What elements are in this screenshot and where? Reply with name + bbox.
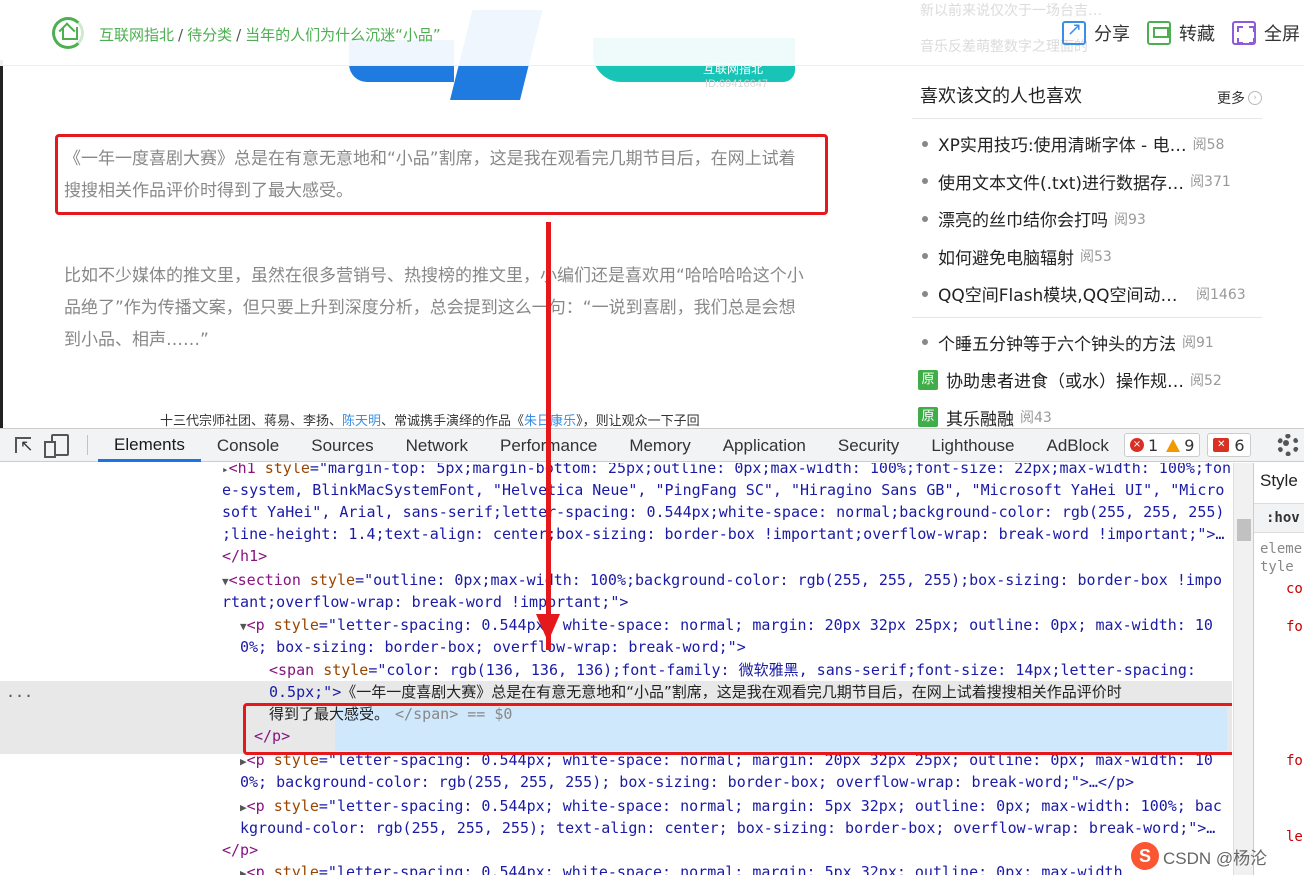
fullscreen-icon xyxy=(1232,21,1256,45)
related-item[interactable]: 使用文本文件(.txt)进行数据存… 阅371 xyxy=(912,163,1262,201)
bullet-icon xyxy=(922,215,928,222)
bullet-icon xyxy=(922,178,928,185)
read-count: 阅52 xyxy=(1190,372,1222,389)
save-button[interactable]: 转藏 xyxy=(1147,20,1215,46)
elements-dom-tree: ··· ▸<h1 style="margin-top: 5px;margin-b… xyxy=(0,463,1232,875)
read-count: 阅93 xyxy=(1114,211,1146,228)
annotation-arrow-shaft xyxy=(546,222,551,650)
csdn-watermark: S CSDN @杨沦 xyxy=(1131,842,1267,870)
fullscreen-button[interactable]: 全屏 xyxy=(1232,20,1300,46)
devtools-tab-adblock[interactable]: AdBlock xyxy=(1031,429,1125,462)
dom-node-p[interactable]: ▼<p style="letter-spacing: 0.544px; whit… xyxy=(240,614,1213,638)
read-count: 阅371 xyxy=(1190,174,1231,191)
read-count: 阅1463 xyxy=(1196,286,1246,303)
styles-tab[interactable]: Style xyxy=(1260,471,1298,491)
devtools-tab-sources[interactable]: Sources xyxy=(295,429,389,462)
breadcrumb-bar: 互联网指北 / 待分类 / 当年的人们为什么沉迷“小品” 新以前来说仅次于一场台吉… 音… xyxy=(0,0,1304,66)
devtools-tab-application[interactable]: Application xyxy=(707,429,822,462)
error-icon: × xyxy=(1130,438,1144,452)
related-item-title[interactable]: 使用文本文件(.txt)进行数据存… xyxy=(938,169,1184,194)
related-item[interactable]: 个睡五分钟等于六个钟头的方法 阅91 xyxy=(912,324,1262,362)
dom-tree-scrollbar[interactable] xyxy=(1233,463,1253,875)
breadcrumb-item-site[interactable]: 互联网指北 xyxy=(99,26,174,44)
original-tag: 原 xyxy=(918,407,938,428)
issues-badge[interactable]: ✕ 6 xyxy=(1207,433,1251,457)
devtools-tab-security[interactable]: Security xyxy=(822,429,915,462)
webpage-viewport: 互联网指北 ID:69416647 互联网指北 / 待分类 / 当年的人们为什么沉迷“小… xyxy=(0,0,1304,428)
annotation-arrow-head xyxy=(536,614,560,642)
related-item[interactable]: QQ空间Flash模块,QQ空间动画… 阅1463 xyxy=(912,275,1262,313)
more-link[interactable]: 更多 › xyxy=(1217,88,1262,108)
related-articles-sidebar: 喜欢该文的人也喜欢 更多 › XP实用技巧:使用清晰字体 - 电… 阅58 使用文本文… xyxy=(912,78,1262,428)
hover-state-toggle[interactable]: :hov xyxy=(1254,503,1304,533)
bullet-icon xyxy=(922,339,928,346)
devtools-tab-elements[interactable]: Elements xyxy=(98,429,201,462)
annotation-red-box-page xyxy=(55,134,828,215)
styles-pane: Style :hov eleme tyle co fo fo le xyxy=(1253,463,1304,875)
left-edge-bar xyxy=(0,60,3,428)
devtools-tabbar: ElementsConsoleSourcesNetworkPerformance… xyxy=(0,429,1304,462)
read-count: 阅53 xyxy=(1080,249,1112,266)
breadcrumb: 互联网指北 / 待分类 / 当年的人们为什么沉迷“小品” xyxy=(99,26,441,44)
dom-node-p-4[interactable]: ▶<p style="letter-spacing: 0.544px; whit… xyxy=(240,861,1123,875)
inspect-element-icon[interactable] xyxy=(15,436,33,456)
related-item[interactable]: 如何避免电脑辐射 阅53 xyxy=(912,238,1262,276)
bullet-icon xyxy=(922,253,928,260)
devtools-panel: ElementsConsoleSourcesNetworkPerformance… xyxy=(0,428,1304,875)
read-count: 阅43 xyxy=(1020,410,1052,427)
related-item[interactable]: 原协助患者进食（或水）操作规… 阅52 xyxy=(912,361,1262,399)
article-paragraph: 比如不少媒体的推文里，虽然在很多营销号、热搜榜的推文里，小编们还是喜欢用“哈哈哈… xyxy=(64,266,804,350)
devtools-tab-console[interactable]: Console xyxy=(201,429,295,462)
caption-link-1[interactable]: 陈天明 xyxy=(342,414,381,428)
related-item-title[interactable]: XP实用技巧:使用清晰字体 - 电… xyxy=(938,131,1187,156)
related-item-title[interactable]: 漂亮的丝巾结你会打吗 xyxy=(938,206,1108,231)
devtools-tab-network[interactable]: Network xyxy=(390,429,484,462)
more-actions-ellipsis[interactable]: ··· xyxy=(6,687,33,705)
related-item[interactable]: 漂亮的丝巾结你会打吗 阅93 xyxy=(912,200,1262,238)
related-item-title[interactable]: 如何避免电脑辐射 xyxy=(938,244,1074,269)
related-item[interactable]: 原其乐融融 阅43 xyxy=(912,399,1262,428)
article-actions: 分享 转藏 全屏 xyxy=(1062,19,1300,46)
bullet-icon xyxy=(922,290,928,297)
devtools-tab-lighthouse[interactable]: Lighthouse xyxy=(915,429,1030,462)
related-item-title[interactable]: QQ空间Flash模块,QQ空间动画… xyxy=(938,281,1190,306)
related-item-title[interactable]: 个睡五分钟等于六个钟头的方法 xyxy=(938,330,1176,355)
dom-node-section[interactable]: ▼<section style="outline: 0px;max-width:… xyxy=(222,569,1222,593)
issues-icon: ✕ xyxy=(1213,438,1230,452)
related-item[interactable]: XP实用技巧:使用清晰字体 - 电… 阅58 xyxy=(912,125,1262,163)
selected-text-node[interactable]: 《一年一度喜剧大赛》总是在有意无意地和“小品”割席，这是我在观看完几期节目后，在… xyxy=(341,683,1122,701)
breadcrumb-item-category[interactable]: 待分类 xyxy=(187,26,232,44)
related-list-2: 个睡五分钟等于六个钟头的方法 阅91 原协助患者进食（或水）操作规… 阅52 原其乐融融… xyxy=(912,324,1262,428)
banner-watermark-id: ID:69416647 xyxy=(705,78,768,90)
chevron-right-icon: › xyxy=(1248,91,1262,105)
breadcrumb-item-article[interactable]: 当年的人们为什么沉迷“小品” xyxy=(245,26,441,44)
warning-icon xyxy=(1166,438,1181,452)
related-item-title[interactable]: 其乐融融 xyxy=(946,405,1014,428)
related-item-title[interactable]: 协助患者进食（或水）操作规… xyxy=(946,367,1184,392)
read-count: 阅58 xyxy=(1192,136,1225,153)
device-toolbar-icon[interactable] xyxy=(44,434,69,458)
csdn-logo-icon: S xyxy=(1131,842,1159,870)
read-count: 阅91 xyxy=(1182,335,1214,352)
annotation-red-box-code xyxy=(243,703,1232,755)
home-icon[interactable] xyxy=(52,17,84,49)
article-caption-line: 十三代宗师社团、蒋易、李扬、陈天明、常诚携手演绎的作品《朱日康乐》，则让观众一下… xyxy=(160,414,700,428)
dom-node-span[interactable]: <span style="color: rgb(136, 136, 136);f… xyxy=(269,659,1196,681)
settings-gear-icon[interactable] xyxy=(1277,434,1299,456)
share-button[interactable]: 分享 xyxy=(1062,19,1130,46)
related-list: XP实用技巧:使用清晰字体 - 电… 阅58 使用文本文件(.txt)进行数据存… 阅… xyxy=(912,125,1262,313)
console-counts-badge[interactable]: × 1 9 xyxy=(1124,433,1201,457)
dom-node-p-3[interactable]: ▶<p style="letter-spacing: 0.544px; whit… xyxy=(240,795,1222,819)
sidebar-title: 喜欢该文的人也喜欢 xyxy=(920,86,1082,107)
bullet-icon xyxy=(922,140,928,147)
share-icon xyxy=(1062,19,1086,45)
original-tag: 原 xyxy=(918,369,938,390)
devtools-tab-memory[interactable]: Memory xyxy=(613,429,706,462)
devtools-counters[interactable]: × 1 9 ✕ 6 xyxy=(1124,433,1258,457)
save-icon xyxy=(1147,21,1171,45)
